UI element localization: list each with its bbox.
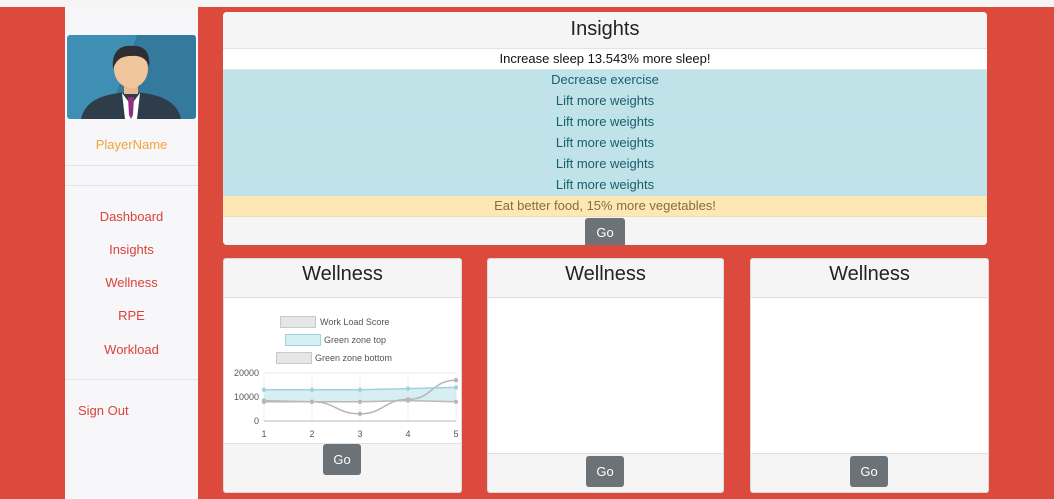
data-point <box>453 385 459 390</box>
insight-row: Eat better food, 15% more vegetables! <box>223 196 987 217</box>
y-tick-label: 20000 <box>234 368 259 378</box>
legend-label: Green zone bottom <box>315 353 393 363</box>
card-title: Wellness <box>224 259 461 298</box>
card-go-button[interactable]: Go <box>586 456 624 487</box>
insights-go-button[interactable]: Go <box>585 218 625 245</box>
browser-top-strip <box>0 0 1054 7</box>
nav-item-rpe[interactable]: RPE <box>65 308 198 323</box>
data-point <box>405 398 411 403</box>
wellness-card: Wellness Go <box>750 258 989 493</box>
data-point <box>405 386 411 391</box>
data-point <box>261 398 267 403</box>
insights-footer: Go <box>223 217 987 245</box>
legend-swatch-green-top <box>285 334 321 346</box>
data-point <box>357 399 363 404</box>
y-tick-label: 10000 <box>234 392 259 402</box>
divider <box>65 165 198 166</box>
nav-item-workload[interactable]: Workload <box>65 342 198 357</box>
wellness-card: Wellness Work Load Score Green zone top … <box>223 258 462 493</box>
insight-row: Lift more weights <box>223 175 987 196</box>
legend-swatch-workload <box>280 316 316 328</box>
sign-out-link[interactable]: Sign Out <box>78 403 129 418</box>
data-point <box>261 387 267 392</box>
insight-row: Decrease exercise <box>223 70 987 91</box>
avatar-image <box>67 35 196 119</box>
nav-item-dashboard[interactable]: Dashboard <box>65 209 198 224</box>
card-title: Wellness <box>751 259 988 298</box>
player-name: PlayerName <box>95 137 168 152</box>
x-tick-label: 4 <box>405 429 410 439</box>
data-point <box>357 387 363 392</box>
card-footer: Go <box>488 453 723 492</box>
divider <box>65 379 198 380</box>
y-tick-label: 0 <box>254 416 259 426</box>
insight-row: Lift more weights <box>223 112 987 133</box>
nav-item-wellness[interactable]: Wellness <box>65 275 198 290</box>
avatar <box>67 35 196 119</box>
insight-row: Lift more weights <box>223 154 987 175</box>
insight-row: Increase sleep 13.543% more sleep! <box>223 49 987 70</box>
divider <box>65 185 198 186</box>
workload-chart: 0 10000 20000 1 2 3 4 5 <box>234 368 459 439</box>
legend-label: Work Load Score <box>320 317 390 327</box>
insight-row: Lift more weights <box>223 91 987 112</box>
insight-row: Lift more weights <box>223 133 987 154</box>
x-tick-label: 1 <box>261 429 266 439</box>
insights-panel: Insights Increase sleep 13.543% more sle… <box>223 12 987 245</box>
wellness-card: Wellness Go <box>487 258 724 493</box>
sidebar: PlayerName Dashboard Insights Wellness R… <box>65 7 198 499</box>
data-point <box>453 378 459 383</box>
data-point <box>309 399 315 404</box>
data-point <box>453 399 459 404</box>
legend-label: Green zone top <box>324 335 387 345</box>
x-tick-label: 3 <box>357 429 362 439</box>
x-tick-label: 5 <box>453 429 458 439</box>
card-go-button[interactable]: Go <box>850 456 888 487</box>
insights-title: Insights <box>223 12 987 49</box>
data-point <box>309 387 315 392</box>
card-footer: Go <box>751 453 988 492</box>
x-tick-label: 2 <box>309 429 314 439</box>
nav-item-insights[interactable]: Insights <box>65 242 198 257</box>
card-title: Wellness <box>488 259 723 298</box>
card-go-button[interactable]: Go <box>323 444 361 475</box>
card-footer: Go <box>224 443 461 492</box>
data-point <box>357 411 363 416</box>
